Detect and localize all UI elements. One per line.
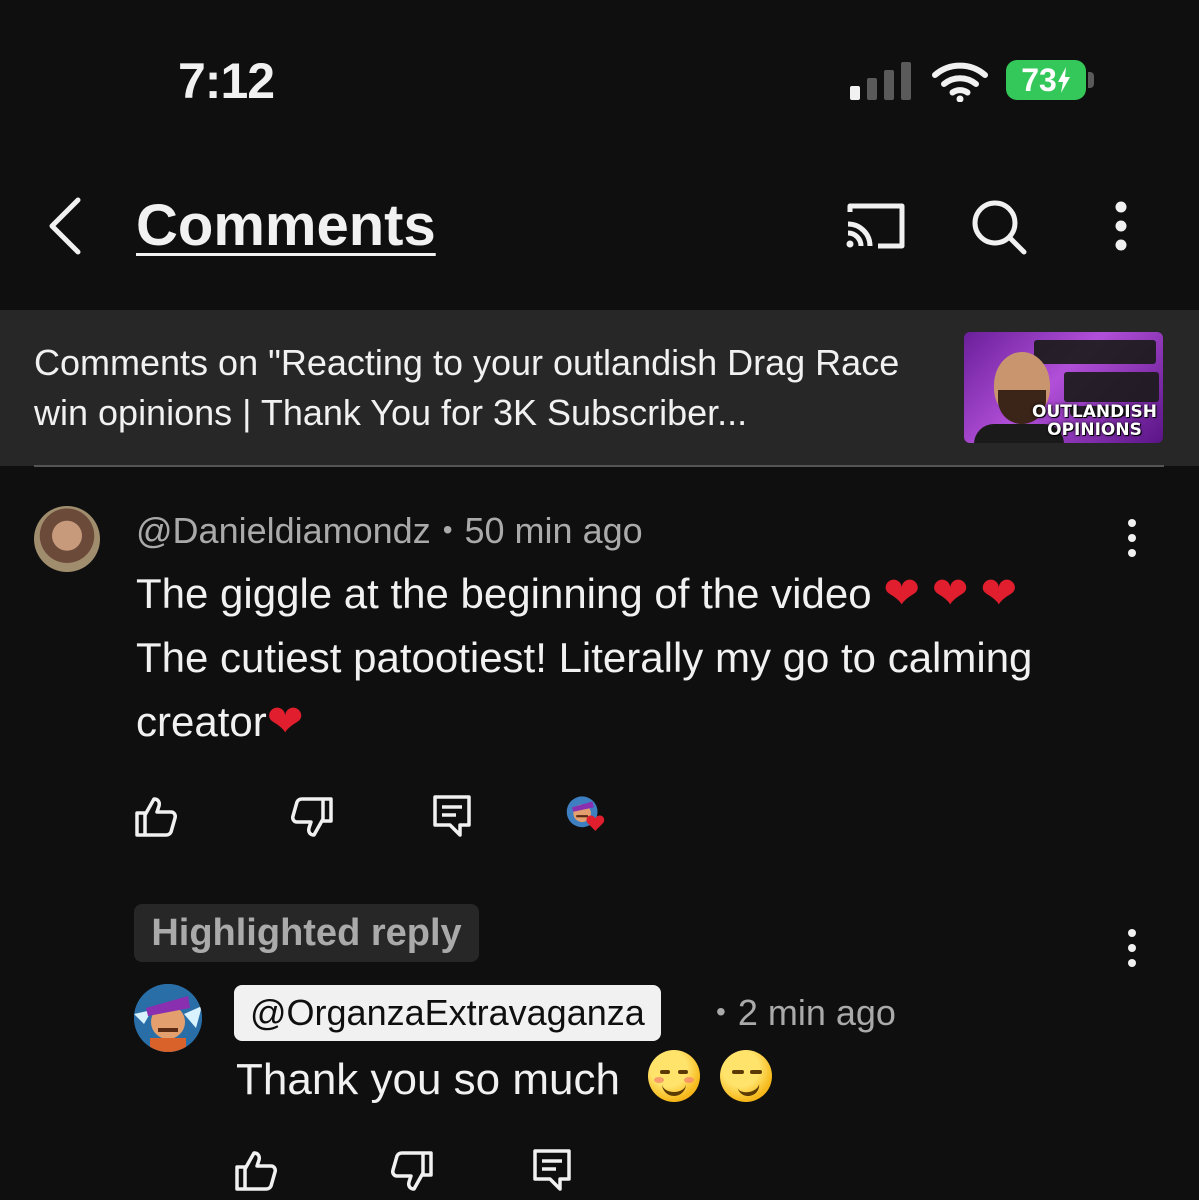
comment-text-part1: The giggle at the beginning of the video — [136, 570, 884, 617]
comment-meta: @Danieldiamondz • 50 min ago — [136, 510, 643, 552]
smirking-face-emoji — [720, 1050, 773, 1102]
comment-time: 50 min ago — [464, 510, 643, 551]
smiling-face-emoji — [648, 1050, 701, 1102]
video-context-title: Comments on "Reacting to your outlandish… — [34, 342, 900, 433]
dislike-icon[interactable] — [390, 1150, 434, 1192]
search-icon[interactable] — [970, 198, 1028, 256]
wifi-icon — [932, 62, 988, 102]
heart-emoji: ❤ — [883, 568, 921, 619]
status-time: 7:12 — [178, 53, 275, 109]
avatar[interactable] — [34, 506, 100, 572]
comment-more-icon[interactable] — [1122, 518, 1142, 558]
meta-separator: • — [442, 514, 453, 545]
thumbnail-title-line2: OPINIONS — [1047, 420, 1142, 440]
heart-emoji: ❤ — [931, 568, 969, 619]
creator-heart-icon — [566, 796, 605, 831]
heart-emoji: ❤ — [266, 696, 304, 747]
reply-time: 2 min ago — [737, 992, 896, 1033]
comment-author[interactable]: @Danieldiamondz — [136, 510, 431, 551]
reply-text: Thank you so much — [236, 1050, 773, 1110]
dislike-icon[interactable] — [290, 796, 334, 838]
battery-indicator: 73 — [1006, 60, 1086, 100]
reply-more-icon[interactable] — [1122, 928, 1142, 968]
cellular-signal-icon — [850, 62, 911, 100]
thumbnail-comment-card — [1064, 372, 1159, 402]
cast-icon[interactable] — [844, 200, 906, 252]
meta-separator: • — [716, 996, 726, 1027]
battery-level: 73 — [1021, 61, 1057, 98]
battery-cap — [1088, 72, 1094, 88]
video-thumbnail[interactable]: OUTLANDISH OPINIONS — [964, 332, 1163, 443]
thumbnail-title-line1: OUTLANDISH — [1032, 402, 1157, 422]
reply-meta: • 2 min ago — [704, 992, 896, 1034]
like-icon[interactable] — [234, 1150, 278, 1192]
comment-text: The giggle at the beginning of the video… — [136, 562, 1096, 754]
like-icon[interactable] — [134, 796, 178, 838]
page-title: Comments — [136, 193, 436, 258]
reply-icon[interactable] — [532, 1148, 572, 1192]
back-icon[interactable] — [44, 196, 84, 256]
thumbnail-comment-card — [1034, 340, 1156, 364]
thumbnail-title: OUTLANDISH OPINIONS — [1032, 403, 1157, 439]
avatar[interactable] — [134, 984, 202, 1052]
reply-icon[interactable] — [432, 794, 472, 838]
charging-bolt-icon — [1057, 67, 1070, 93]
heart-emoji: ❤ — [980, 568, 1018, 619]
creator-avatar-art — [134, 984, 202, 1052]
more-vert-icon[interactable] — [1108, 200, 1134, 252]
reply-author-chip[interactable]: @OrganzaExtravaganza — [234, 985, 661, 1041]
divider — [34, 465, 1164, 467]
reply-text-content: Thank you so much — [236, 1055, 620, 1104]
highlighted-reply-badge: Highlighted reply — [134, 904, 479, 962]
